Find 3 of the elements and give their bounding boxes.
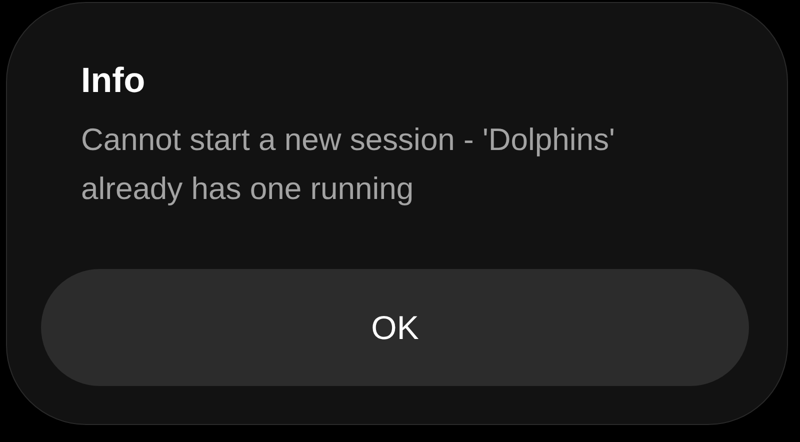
ok-button[interactable]: OK [41, 269, 749, 386]
dialog-message: Cannot start a new session - 'Dolphins' already has one running [80, 121, 616, 208]
dialog-title: Info [80, 61, 146, 101]
